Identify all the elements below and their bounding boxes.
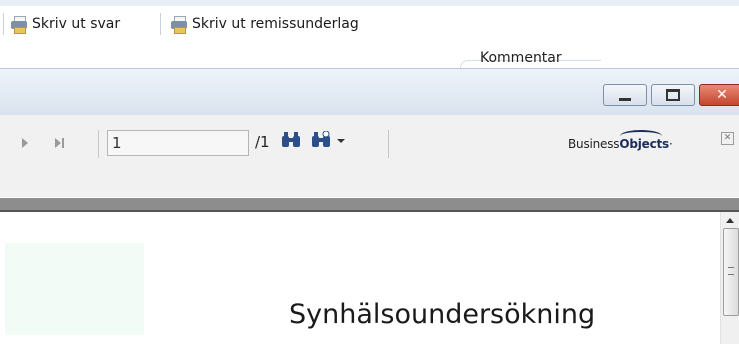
print-referral-label: Skriv ut remissunderlag — [192, 16, 359, 32]
page-total-label: /1 — [255, 133, 270, 151]
last-page-bar — [62, 138, 64, 148]
tab-comment[interactable]: Kommentar — [440, 50, 601, 71]
print-referral-button[interactable]: Skriv ut remissunderlag — [170, 12, 359, 36]
print-answer-label: Skriv ut svar — [32, 16, 121, 32]
toolbar-separator — [160, 13, 161, 35]
printer-icon — [170, 16, 188, 34]
chevron-down-icon[interactable] — [337, 139, 345, 143]
report-title: Synhälsoundersökning — [289, 299, 596, 330]
page-number-input[interactable] — [107, 130, 249, 156]
minimize-icon — [619, 97, 631, 101]
report-viewer-toolbar: /1 BusinessObjects· ✕ — [0, 115, 739, 197]
last-page-icon[interactable] — [55, 138, 61, 148]
print-answer-button[interactable]: Skriv ut svar — [10, 12, 120, 36]
binoculars-icon[interactable] — [281, 131, 301, 154]
app-toolbar: Skriv ut svar Skriv ut remissunderlag — [0, 6, 739, 42]
maximize-icon — [666, 89, 680, 101]
toolbar-separator — [98, 130, 99, 158]
printer-icon — [10, 16, 28, 34]
minimize-button[interactable] — [603, 84, 647, 106]
businessobjects-logo: BusinessObjects· — [568, 137, 673, 151]
close-icon[interactable]: ✕ — [721, 132, 734, 145]
tab-comment-label: Kommentar — [480, 50, 562, 66]
toolbar-separator — [3, 13, 4, 35]
binoculars-plus-svg — [312, 130, 330, 147]
vertical-scrollbar[interactable] — [720, 212, 739, 344]
close-icon: ✕ — [716, 87, 728, 103]
scroll-thumb[interactable] — [723, 228, 739, 316]
close-window-button[interactable]: ✕ — [699, 84, 739, 106]
binoculars-plus-icon[interactable] — [311, 130, 331, 154]
maximize-button[interactable] — [651, 84, 695, 106]
viewer-divider — [0, 198, 739, 212]
binoculars-svg — [282, 132, 300, 147]
toolbar-separator — [388, 130, 389, 158]
next-page-icon[interactable] — [22, 138, 28, 148]
scroll-up-icon[interactable] — [726, 218, 734, 223]
report-logo-area — [5, 243, 144, 335]
window-titlebar[interactable]: ✕ — [0, 68, 739, 116]
grip-icon — [728, 267, 734, 275]
